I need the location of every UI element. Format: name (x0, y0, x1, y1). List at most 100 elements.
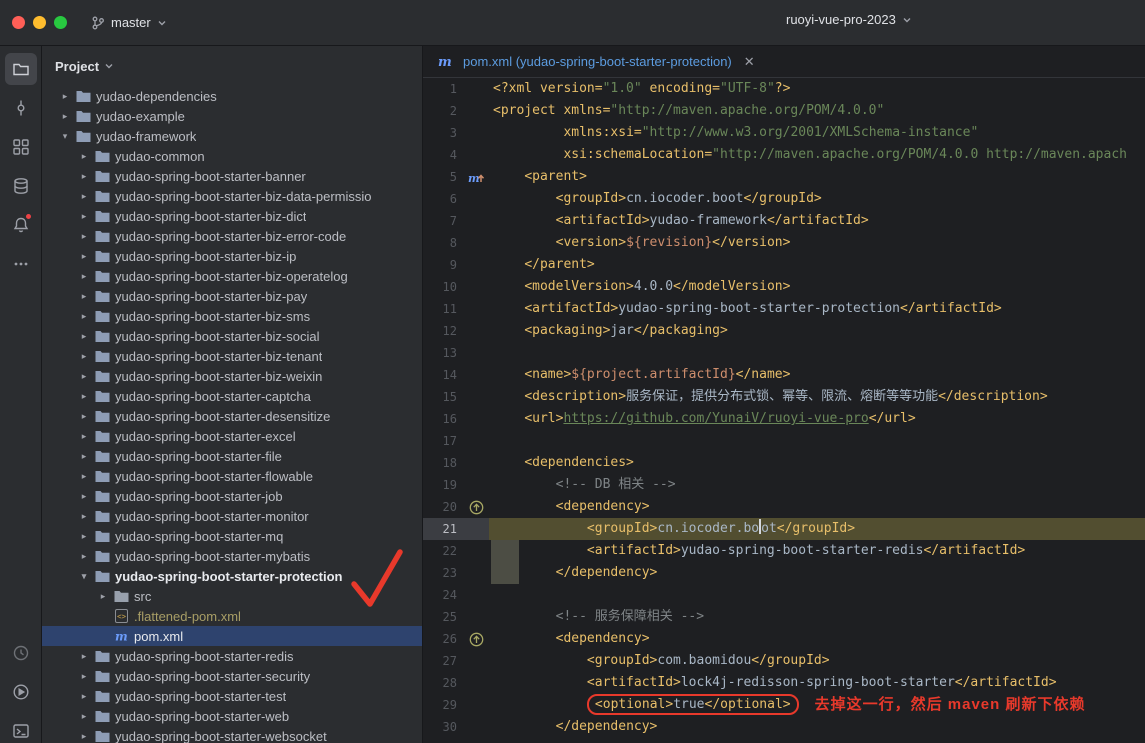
code-line-5[interactable]: 5m <parent> (423, 166, 1145, 188)
code-line-11[interactable]: 11 <artifactId>yudao-spring-boot-starter… (423, 298, 1145, 320)
history-clock-icon[interactable] (5, 637, 37, 669)
tree-item-yudao-spring-boot-starter-job[interactable]: ▸yudao-spring-boot-starter-job (42, 486, 422, 506)
dependency-up-gutter-icon[interactable] (463, 496, 489, 518)
code-line-14[interactable]: 14 <name>${project.artifactId}</name> (423, 364, 1145, 386)
code-text[interactable]: <project xmlns="http://maven.apache.org/… (489, 100, 1145, 122)
zoom-window-button[interactable] (54, 16, 67, 29)
dependency-up-gutter-icon[interactable] (463, 628, 489, 650)
tree-item-yudao-spring-boot-starter-mq[interactable]: ▸yudao-spring-boot-starter-mq (42, 526, 422, 546)
code-text[interactable] (489, 430, 1145, 452)
chevron-right-icon[interactable]: ▸ (75, 191, 93, 202)
chevron-right-icon[interactable]: ▸ (75, 351, 93, 362)
code-text[interactable]: <?xml version="1.0" encoding="UTF-8"?> (489, 78, 1145, 100)
code-text[interactable] (489, 584, 1145, 606)
chevron-right-icon[interactable]: ▸ (75, 311, 93, 322)
tree-item-.flattened-pom.xml[interactable]: <>.flattened-pom.xml (42, 606, 422, 626)
chevron-right-icon[interactable]: ▸ (56, 111, 74, 122)
code-line-16[interactable]: 16 <url>https://github.com/YunaiV/ruoyi-… (423, 408, 1145, 430)
code-text[interactable]: </dependency> (489, 562, 1145, 584)
code-line-8[interactable]: 8 <version>${revision}</version> (423, 232, 1145, 254)
chevron-right-icon[interactable]: ▸ (75, 431, 93, 442)
chevron-right-icon[interactable]: ▸ (75, 411, 93, 422)
tree-item-yudao-spring-boot-starter-captcha[interactable]: ▸yudao-spring-boot-starter-captcha (42, 386, 422, 406)
database-icon[interactable] (5, 170, 37, 202)
code-line-3[interactable]: 3 xmlns:xsi="http://www.w3.org/2001/XMLS… (423, 122, 1145, 144)
tree-item-yudao-spring-boot-starter-biz-data-permissio[interactable]: ▸yudao-spring-boot-starter-biz-data-perm… (42, 186, 422, 206)
code-text[interactable]: <dependencies> (489, 452, 1145, 474)
code-line-12[interactable]: 12 <packaging>jar</packaging> (423, 320, 1145, 342)
tree-item-yudao-spring-boot-starter-file[interactable]: ▸yudao-spring-boot-starter-file (42, 446, 422, 466)
editor-code[interactable]: 1<?xml version="1.0" encoding="UTF-8"?>2… (423, 78, 1145, 743)
code-text[interactable]: <artifactId>lock4j-redisson-spring-boot-… (489, 672, 1145, 694)
tree-item-yudao-example[interactable]: ▸yudao-example (42, 106, 422, 126)
chevron-right-icon[interactable]: ▸ (75, 231, 93, 242)
tree-item-yudao-spring-boot-starter-test[interactable]: ▸yudao-spring-boot-starter-test (42, 686, 422, 706)
code-text[interactable]: </dependency> (489, 716, 1145, 738)
chevron-right-icon[interactable]: ▸ (75, 651, 93, 662)
code-line-13[interactable]: 13 (423, 342, 1145, 364)
tree-item-pom.xml[interactable]: mpom.xml (42, 626, 422, 646)
chevron-right-icon[interactable]: ▸ (75, 711, 93, 722)
code-text[interactable]: xsi:schemaLocation="http://maven.apache.… (489, 144, 1145, 166)
code-text[interactable]: <name>${project.artifactId}</name> (489, 364, 1145, 386)
chevron-right-icon[interactable]: ▸ (75, 391, 93, 402)
code-line-30[interactable]: 30 </dependency> (423, 716, 1145, 738)
code-text[interactable]: <description>服务保证，提供分布式锁、幂等、限流、熔断等等功能</d… (489, 386, 1145, 408)
chevron-right-icon[interactable]: ▸ (56, 91, 74, 102)
code-line-17[interactable]: 17 (423, 430, 1145, 452)
tree-item-src[interactable]: ▸src (42, 586, 422, 606)
code-line-2[interactable]: 2<project xmlns="http://maven.apache.org… (423, 100, 1145, 122)
code-text[interactable] (489, 342, 1145, 364)
tree-item-yudao-spring-boot-starter-biz-pay[interactable]: ▸yudao-spring-boot-starter-biz-pay (42, 286, 422, 306)
code-line-10[interactable]: 10 <modelVersion>4.0.0</modelVersion> (423, 276, 1145, 298)
tree-item-yudao-spring-boot-starter-redis[interactable]: ▸yudao-spring-boot-starter-redis (42, 646, 422, 666)
tree-item-yudao-spring-boot-starter-mybatis[interactable]: ▸yudao-spring-boot-starter-mybatis (42, 546, 422, 566)
code-line-25[interactable]: 25 <!-- 服务保障相关 --> (423, 606, 1145, 628)
terminal-icon[interactable] (5, 715, 37, 743)
code-line-15[interactable]: 15 <description>服务保证，提供分布式锁、幂等、限流、熔断等等功能… (423, 386, 1145, 408)
chevron-down-icon[interactable]: ▾ (75, 571, 93, 582)
tree-item-yudao-spring-boot-starter-desensitize[interactable]: ▸yudao-spring-boot-starter-desensitize (42, 406, 422, 426)
chevron-right-icon[interactable]: ▸ (75, 211, 93, 222)
code-line-9[interactable]: 9 </parent> (423, 254, 1145, 276)
code-text[interactable]: <parent> (489, 166, 1145, 188)
chevron-right-icon[interactable]: ▸ (75, 151, 93, 162)
code-text[interactable]: xmlns:xsi="http://www.w3.org/2001/XMLSch… (489, 122, 1145, 144)
chevron-down-icon[interactable]: ▾ (56, 131, 74, 142)
chevron-right-icon[interactable]: ▸ (75, 531, 93, 542)
code-text[interactable]: <groupId>cn.iocoder.boot</groupId> (489, 188, 1145, 210)
chevron-right-icon[interactable]: ▸ (75, 451, 93, 462)
chevron-right-icon[interactable]: ▸ (75, 371, 93, 382)
chevron-down-icon[interactable] (104, 61, 114, 71)
code-text[interactable]: <dependency> (489, 496, 1145, 518)
tree-item-yudao-spring-boot-starter-excel[interactable]: ▸yudao-spring-boot-starter-excel (42, 426, 422, 446)
tree-item-yudao-spring-boot-starter-biz-sms[interactable]: ▸yudao-spring-boot-starter-biz-sms (42, 306, 422, 326)
tree-item-yudao-spring-boot-starter-biz-dict[interactable]: ▸yudao-spring-boot-starter-biz-dict (42, 206, 422, 226)
tree-item-yudao-common[interactable]: ▸yudao-common (42, 146, 422, 166)
tree-item-yudao-spring-boot-starter-web[interactable]: ▸yudao-spring-boot-starter-web (42, 706, 422, 726)
close-tab-icon[interactable]: ✕ (744, 54, 755, 70)
code-line-26[interactable]: 26 <dependency> (423, 628, 1145, 650)
code-line-18[interactable]: 18 <dependencies> (423, 452, 1145, 474)
tree-item-yudao-spring-boot-starter-security[interactable]: ▸yudao-spring-boot-starter-security (42, 666, 422, 686)
chevron-right-icon[interactable]: ▸ (75, 511, 93, 522)
maven-parent-gutter-icon[interactable]: m (463, 166, 489, 188)
tree-item-yudao-framework[interactable]: ▾yudao-framework (42, 126, 422, 146)
chevron-right-icon[interactable]: ▸ (75, 691, 93, 702)
chevron-right-icon[interactable]: ▸ (94, 591, 112, 602)
more-ellipsis-icon[interactable] (5, 248, 37, 280)
code-line-28[interactable]: 28 <artifactId>lock4j-redisson-spring-bo… (423, 672, 1145, 694)
code-text[interactable]: <optional>true</optional>去掉这一行，然后 maven … (489, 694, 1145, 716)
tree-item-yudao-spring-boot-starter-biz-social[interactable]: ▸yudao-spring-boot-starter-biz-social (42, 326, 422, 346)
chevron-right-icon[interactable]: ▸ (75, 331, 93, 342)
code-text[interactable]: <dependency> (489, 628, 1145, 650)
project-folder-icon[interactable] (5, 53, 37, 85)
tree-item-yudao-spring-boot-starter-biz-weixin[interactable]: ▸yudao-spring-boot-starter-biz-weixin (42, 366, 422, 386)
chevron-right-icon[interactable]: ▸ (75, 471, 93, 482)
code-text[interactable]: <artifactId>yudao-spring-boot-starter-pr… (489, 298, 1145, 320)
notifications-bell-icon[interactable] (5, 209, 37, 241)
close-window-button[interactable] (12, 16, 25, 29)
tree-item-yudao-spring-boot-starter-protection[interactable]: ▾yudao-spring-boot-starter-protection (42, 566, 422, 586)
code-text[interactable]: <groupId>cn.iocoder.boot</groupId> (489, 518, 1145, 540)
code-line-1[interactable]: 1<?xml version="1.0" encoding="UTF-8"?> (423, 78, 1145, 100)
